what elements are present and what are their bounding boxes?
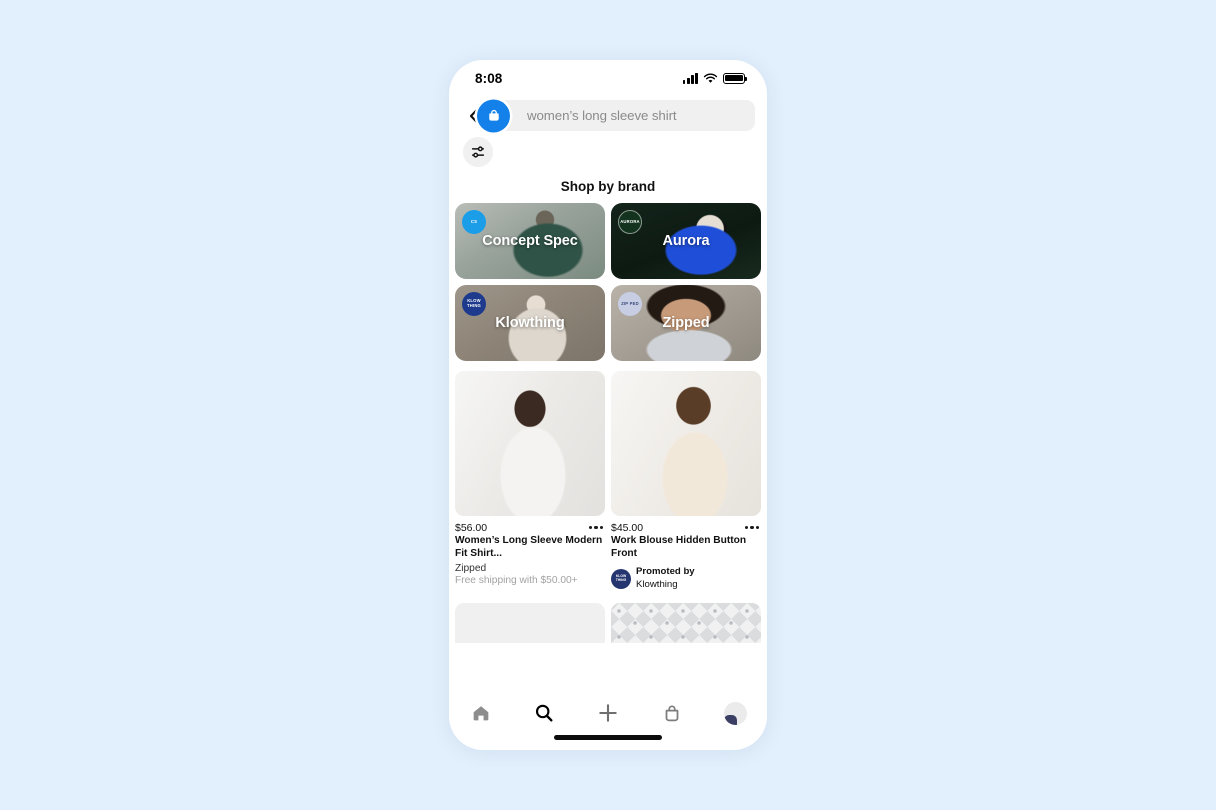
- home-indicator: [554, 735, 662, 740]
- brand-card-concept-spec[interactable]: CS Concept Spec: [455, 203, 605, 279]
- shop-by-brand-title: Shop by brand: [560, 179, 656, 194]
- product-image: [455, 371, 605, 516]
- brand-logo-icon: AURORA: [618, 210, 642, 234]
- bag-icon: [665, 705, 678, 722]
- cellular-bars-icon: [682, 72, 698, 84]
- brand-name: Zipped: [662, 315, 710, 331]
- brand-card-klowthing[interactable]: KLOW THING Klowthing: [455, 285, 605, 361]
- status-time: 8:08: [475, 70, 503, 86]
- peek-card-right[interactable]: [611, 602, 761, 643]
- product-price-row: $45.00: [611, 522, 761, 534]
- search-icon: [536, 704, 553, 722]
- product-card[interactable]: $56.00 Women’s Long Sleeve Modern Fit Sh…: [455, 371, 605, 591]
- brand-name: Concept Spec: [482, 233, 578, 249]
- product-price: $56.00: [455, 522, 488, 534]
- product-title: Work Blouse Hidden Button Front: [611, 535, 747, 559]
- filter-sliders-icon: [471, 146, 485, 158]
- promoted-label: Promoted by: [636, 566, 695, 578]
- next-row-peek: [449, 591, 767, 643]
- product-image: [611, 371, 761, 516]
- tab-add[interactable]: [586, 698, 630, 728]
- shop-bag-logo-icon: [477, 99, 510, 132]
- search-header: women’s long sleeve shirt: [449, 92, 767, 132]
- bottom-tab-bar: [449, 686, 767, 750]
- promoted-text: Promoted by Klowthing: [636, 566, 695, 591]
- promoted-badge: KLOW THING Promoted by Klowthing: [611, 566, 761, 591]
- status-bar: 8:08: [449, 60, 767, 92]
- search-input[interactable]: women’s long sleeve shirt: [477, 99, 755, 132]
- plus-icon: [599, 704, 617, 722]
- product-shipping-note: Free shipping with $50.00+: [455, 575, 578, 587]
- status-icons: [682, 72, 748, 84]
- brand-card-zipped[interactable]: ZIP PED Zipped: [611, 285, 761, 361]
- product-brand: Zipped: [455, 563, 487, 575]
- filter-button[interactable]: [463, 137, 493, 167]
- wifi-icon: [703, 73, 718, 83]
- profile-avatar-icon: [723, 701, 747, 725]
- filter-row: [449, 131, 767, 167]
- more-options-icon[interactable]: [745, 522, 761, 530]
- content-scroll-area[interactable]: Shop by brand CS Concept Spec AURORA Aur…: [449, 167, 767, 707]
- home-icon: [473, 706, 489, 721]
- peek-card-left[interactable]: [455, 602, 605, 643]
- brand-logo-icon: CS: [462, 210, 486, 234]
- brand-card-aurora[interactable]: AURORA Aurora: [611, 203, 761, 279]
- product-price: $45.00: [611, 522, 644, 534]
- tab-bag[interactable]: [650, 698, 694, 728]
- product-grid: $56.00 Women’s Long Sleeve Modern Fit Sh…: [449, 361, 767, 591]
- phone-frame: 8:08 women’s long sleeve shirt Shop by b…: [449, 60, 767, 750]
- search-query-text: women’s long sleeve shirt: [527, 108, 677, 123]
- battery-full-icon: [723, 72, 748, 84]
- tab-home[interactable]: [459, 698, 503, 728]
- brand-logo-icon: KLOW THING: [462, 292, 486, 316]
- tab-profile[interactable]: [713, 698, 757, 728]
- brand-name: Klowthing: [495, 315, 565, 331]
- brand-logo-icon: ZIP PED: [618, 292, 642, 316]
- tab-search[interactable]: [522, 698, 566, 728]
- more-options-icon[interactable]: [589, 522, 605, 530]
- product-title: Women’s Long Sleeve Modern Fit Shirt...: [455, 535, 603, 559]
- product-price-row: $56.00: [455, 522, 605, 534]
- brand-name: Aurora: [662, 233, 710, 249]
- promoted-brand-logo-icon: KLOW THING: [611, 568, 631, 589]
- product-card[interactable]: $45.00 Work Blouse Hidden Button Front K…: [611, 371, 761, 591]
- promoted-brand-name: Klowthing: [636, 578, 678, 590]
- screenshot-stage: 8:08 women’s long sleeve shirt Shop by b…: [0, 0, 1216, 810]
- brand-grid: CS Concept Spec AURORA Aurora KLOW THING…: [449, 203, 767, 361]
